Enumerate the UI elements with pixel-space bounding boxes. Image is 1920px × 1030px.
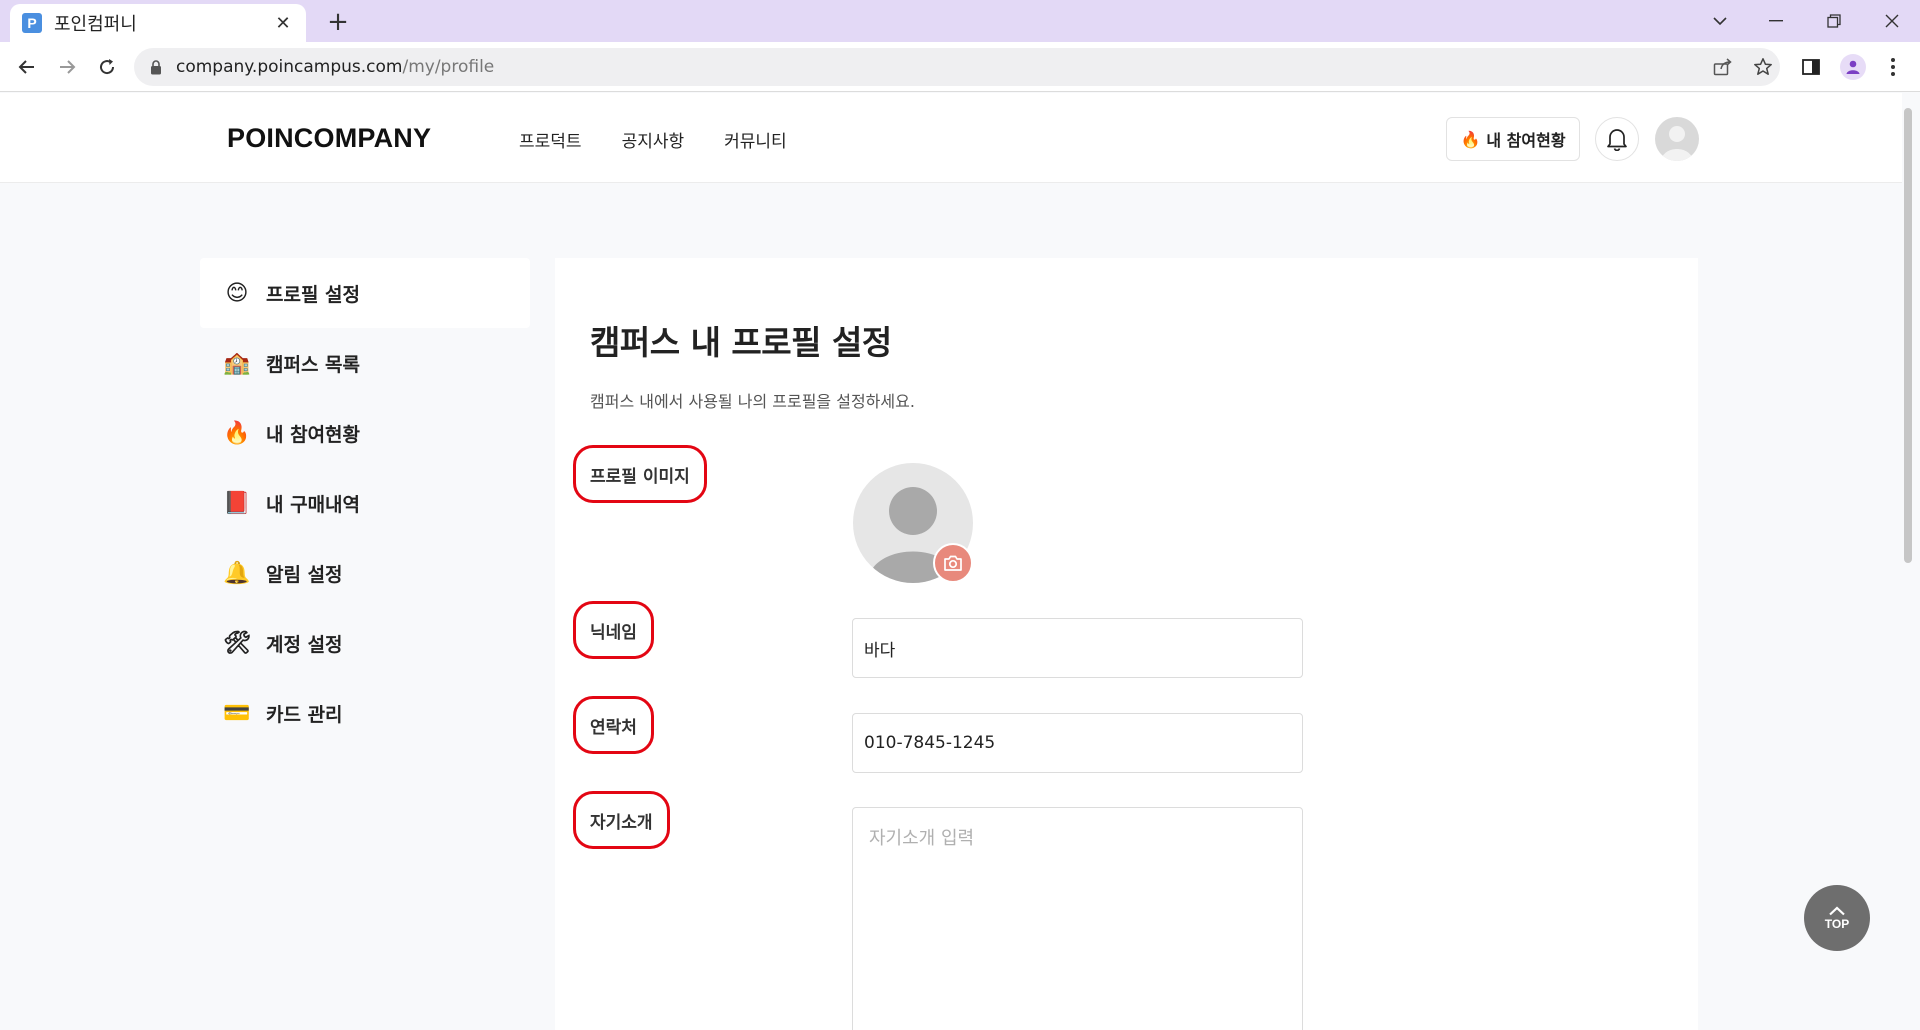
close-window-icon[interactable] [1864,0,1920,42]
profile-image-label: 프로필 이미지 [573,445,707,503]
browser-tab[interactable]: P 포인컴퍼니 ✕ [10,4,306,42]
browser-tab-strip: P 포인컴퍼니 ✕ + [0,0,1920,42]
top-button-label: TOP [1824,916,1850,931]
browser-menu-kebab-icon[interactable] [1880,54,1906,80]
sidebar-item-label: 캠퍼스 목록 [266,353,361,376]
side-panel-icon[interactable] [1798,54,1824,80]
hammer-wrench-icon: 🛠 [223,630,251,656]
main-nav: 프로덕트 공지사항 커뮤니티 [519,127,787,152]
red-book-icon: 📕 [223,490,251,516]
scroll-to-top-button[interactable]: TOP [1804,885,1870,951]
bell-icon: 🔔 [223,560,251,586]
sidebar-item-card-management[interactable]: 💳 카드 관리 [200,678,530,748]
forward-arrow-icon[interactable] [50,50,84,84]
sidebar-item-label: 카드 관리 [266,703,343,726]
tab-search-chevron-icon[interactable] [1692,0,1748,42]
bio-textarea[interactable]: 자기소개 입력 [852,807,1303,1030]
page-title: 캠퍼스 내 프로필 설정 [590,323,892,362]
site-header: POINCOMPANY 프로덕트 공지사항 커뮤니티 🔥 내 참여현황 [0,93,1902,183]
sidebar-item-label: 프로필 설정 [266,283,361,306]
my-participation-button[interactable]: 🔥 내 참여현황 [1446,117,1580,161]
reload-icon[interactable] [90,50,124,84]
sidebar-item-profile-settings[interactable]: 😊 프로필 설정 [200,258,530,328]
profile-settings-panel: 캠퍼스 내 프로필 설정 캠퍼스 내에서 사용될 나의 프로필을 설정하세요. … [555,258,1698,1030]
credit-card-icon: 💳 [223,700,251,726]
camera-icon[interactable] [933,543,973,583]
browser-toolbar: company.poincampus.com/my/profile [0,42,1920,92]
settings-sidebar: 😊 프로필 설정 🏫 캠퍼스 목록 🔥 내 참여현황 📕 내 구매내역 🔔 알림… [200,258,530,748]
nickname-input[interactable]: 바다 [852,618,1303,678]
participation-label: 내 참여현황 [1486,131,1566,150]
sidebar-item-purchase-history[interactable]: 📕 내 구매내역 [200,468,530,538]
sidebar-item-my-participation[interactable]: 🔥 내 참여현황 [200,398,530,468]
site-logo[interactable]: POINCOMPANY [227,123,431,154]
sidebar-item-notification-settings[interactable]: 🔔 알림 설정 [200,538,530,608]
minimize-window-icon[interactable] [1748,0,1804,42]
new-tab-plus-icon[interactable]: + [322,6,354,38]
lock-icon [150,59,162,75]
sidebar-item-label: 내 구매내역 [266,493,361,516]
fire-icon: 🔥 [1460,129,1481,149]
address-bar[interactable]: company.poincampus.com/my/profile [134,48,1780,86]
sidebar-item-campus-list[interactable]: 🏫 캠퍼스 목록 [200,328,530,398]
sidebar-item-label: 알림 설정 [266,563,343,586]
nav-link-notices[interactable]: 공지사항 [622,127,685,152]
nav-link-products[interactable]: 프로덕트 [519,127,582,152]
tab-close-icon[interactable]: ✕ [272,13,294,34]
sidebar-item-label: 내 참여현황 [266,423,361,446]
back-arrow-icon[interactable] [10,50,44,84]
sidebar-item-label: 계정 설정 [266,633,343,656]
tab-title: 포인컴퍼니 [54,14,137,35]
url-text: company.poincampus.com/my/profile [176,57,495,77]
phone-input[interactable]: 010-7845-1245 [852,713,1303,773]
user-avatar[interactable] [1655,117,1699,161]
page-scrollbar-thumb[interactable] [1904,108,1912,563]
bio-label: 자기소개 [573,791,670,849]
browser-profile-icon[interactable] [1840,54,1866,80]
sidebar-item-account-settings[interactable]: 🛠 계정 설정 [200,608,530,678]
share-icon[interactable] [1712,56,1734,78]
nickname-label: 닉네임 [573,601,654,659]
restore-window-icon[interactable] [1806,0,1862,42]
smiley-icon: 😊 [225,280,249,306]
site-favicon-icon: P [22,13,42,33]
bookmark-star-icon[interactable] [1752,56,1774,78]
phone-label: 연락처 [573,696,654,754]
school-building-icon: 🏫 [223,350,251,376]
fire-icon: 🔥 [223,420,251,446]
notification-bell-icon[interactable] [1595,117,1639,161]
page-description: 캠퍼스 내에서 사용될 나의 프로필을 설정하세요. [590,392,915,411]
nav-link-community[interactable]: 커뮤니티 [724,127,787,152]
chevron-up-icon [1829,905,1845,915]
